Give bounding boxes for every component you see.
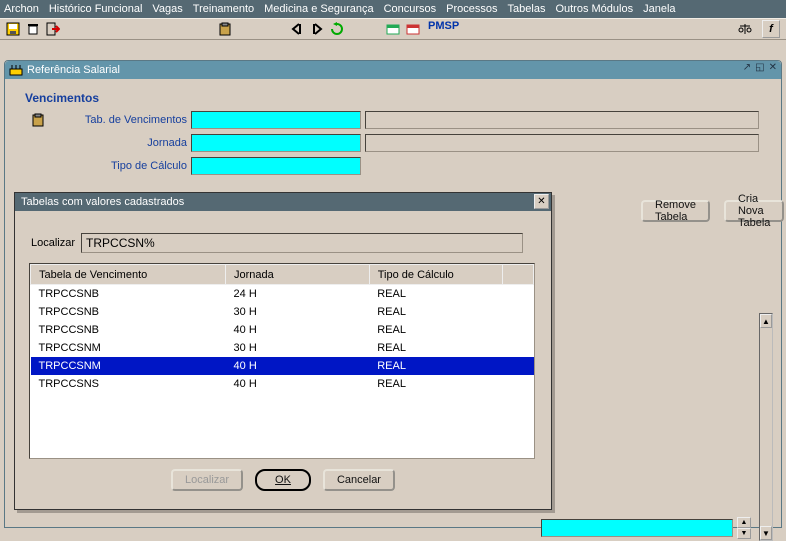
- modal-dialog: Tabelas com valores cadastrados ✕ Locali…: [14, 192, 552, 510]
- find-label: Localizar: [25, 237, 81, 249]
- exit-icon[interactable]: [44, 20, 62, 38]
- stepper[interactable]: ▲▼: [737, 517, 751, 539]
- function-button[interactable]: f: [762, 20, 780, 38]
- cell-tab: TRPCCSNB: [31, 321, 226, 339]
- menu-medicina[interactable]: Medicina e Segurança: [264, 3, 373, 15]
- localizar-button[interactable]: Localizar: [171, 469, 243, 491]
- label-tab: Tab. de Vencimentos: [47, 114, 191, 126]
- jornada-desc: [365, 134, 759, 152]
- ok-button[interactable]: OK: [255, 469, 311, 491]
- cell-tab: TRPCCSNM: [31, 357, 226, 375]
- close-icon[interactable]: ✕: [534, 194, 549, 209]
- balance-icon[interactable]: [736, 20, 754, 38]
- save-icon[interactable]: [4, 20, 22, 38]
- toolbar: PMSP f: [0, 18, 786, 40]
- cell-tab: TRPCCSNB: [31, 303, 226, 321]
- label-tipo: Tipo de Cálculo: [19, 160, 191, 172]
- menu-processos[interactable]: Processos: [446, 3, 497, 15]
- close-window-icon[interactable]: ✕: [769, 62, 777, 73]
- menu-historico[interactable]: Histórico Funcional: [49, 3, 143, 15]
- find-input[interactable]: [81, 233, 523, 253]
- tab-vencimentos-desc: [365, 111, 759, 129]
- scroll-up-icon[interactable]: ▲: [760, 314, 772, 328]
- stepper-up-icon[interactable]: ▲: [737, 517, 751, 528]
- stepper-down-icon[interactable]: ▼: [737, 528, 751, 539]
- menubar: Archon Histórico Funcional Vagas Treinam…: [0, 0, 786, 18]
- forward-icon[interactable]: [308, 20, 326, 38]
- table-row[interactable]: TRPCCSNB24 HREAL: [31, 285, 534, 303]
- cell-tipo: REAL: [369, 339, 502, 357]
- table-row[interactable]: TRPCCSNM40 HREAL: [31, 357, 534, 375]
- remove-tabela-button[interactable]: Remove Tabela: [641, 200, 710, 222]
- cell-tab: TRPCCSNS: [31, 375, 226, 393]
- tipo-calculo-input[interactable]: [191, 157, 361, 175]
- cell-jornada: 40 H: [226, 321, 370, 339]
- scrollbar[interactable]: ▲ ▼: [759, 313, 773, 541]
- cell-tab: TRPCCSNM: [31, 339, 226, 357]
- menu-concursos[interactable]: Concursos: [384, 3, 437, 15]
- col-spacer: [503, 265, 534, 285]
- menu-tabelas[interactable]: Tabelas: [508, 3, 546, 15]
- trash-icon[interactable]: [24, 20, 42, 38]
- cell-tipo: REAL: [369, 285, 502, 303]
- window-title-text: Referência Salarial: [27, 64, 120, 76]
- results-grid[interactable]: Tabela de Vencimento Jornada Tipo de Cál…: [29, 263, 535, 459]
- table-row[interactable]: TRPCCSNS40 HREAL: [31, 375, 534, 393]
- menu-treinamento[interactable]: Treinamento: [193, 3, 254, 15]
- app1-icon[interactable]: [384, 20, 402, 38]
- cell-jornada: 30 H: [226, 303, 370, 321]
- ok-label: OK: [275, 474, 291, 486]
- dialog-title-text: Tabelas com valores cadastrados: [21, 196, 184, 208]
- tab-vencimentos-input[interactable]: [191, 111, 361, 129]
- refresh-icon[interactable]: [328, 20, 346, 38]
- jornada-input[interactable]: [191, 134, 361, 152]
- inner-window-title: Referência Salarial ↗ ◱ ✕: [5, 61, 781, 79]
- section-title: Vencimentos: [25, 91, 767, 105]
- menu-vagas[interactable]: Vagas: [152, 3, 182, 15]
- table-row[interactable]: TRPCCSNB30 HREAL: [31, 303, 534, 321]
- cell-tipo: REAL: [369, 303, 502, 321]
- back-icon[interactable]: [288, 20, 306, 38]
- col-jornada[interactable]: Jornada: [226, 265, 370, 285]
- menu-archon[interactable]: Archon: [4, 3, 39, 15]
- rollup-icon[interactable]: ↗: [743, 62, 751, 73]
- label-jornada: Jornada: [19, 137, 191, 149]
- table-row[interactable]: TRPCCSNB40 HREAL: [31, 321, 534, 339]
- cell-jornada: 30 H: [226, 339, 370, 357]
- menu-outros[interactable]: Outros Módulos: [555, 3, 633, 15]
- col-tab[interactable]: Tabela de Vencimento: [31, 265, 226, 285]
- app2-icon[interactable]: [404, 20, 422, 38]
- scroll-down-icon[interactable]: ▼: [760, 526, 772, 540]
- cell-tipo: REAL: [369, 357, 502, 375]
- cancelar-button[interactable]: Cancelar: [323, 469, 395, 491]
- cell-jornada: 40 H: [226, 375, 370, 393]
- cria-nova-tabela-button[interactable]: Cria Nova Tabela: [724, 200, 784, 222]
- cell-jornada: 40 H: [226, 357, 370, 375]
- clipboard-icon[interactable]: [216, 20, 234, 38]
- maximize-icon[interactable]: ◱: [755, 62, 764, 73]
- document-icon[interactable]: [29, 111, 47, 129]
- toolbar-label-pmsp: PMSP: [428, 20, 459, 38]
- menu-janela[interactable]: Janela: [643, 3, 675, 15]
- cell-tipo: REAL: [369, 375, 502, 393]
- col-tipo[interactable]: Tipo de Cálculo: [369, 265, 502, 285]
- table-row[interactable]: TRPCCSNM30 HREAL: [31, 339, 534, 357]
- dialog-title: Tabelas com valores cadastrados ✕: [15, 193, 551, 211]
- cell-jornada: 24 H: [226, 285, 370, 303]
- lower-cyan-field[interactable]: [541, 519, 733, 537]
- cell-tab: TRPCCSNB: [31, 285, 226, 303]
- cell-tipo: REAL: [369, 321, 502, 339]
